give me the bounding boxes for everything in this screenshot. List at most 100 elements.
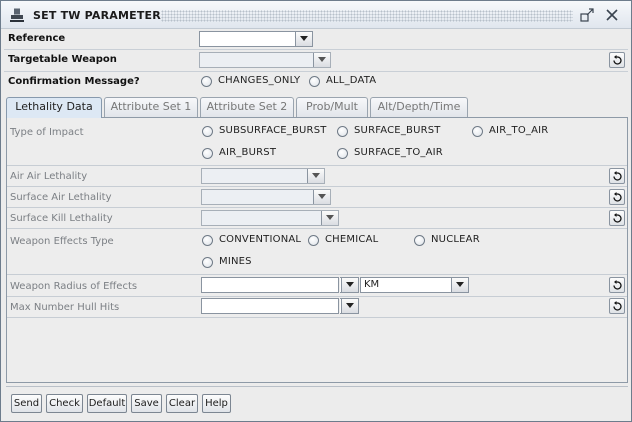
- air-air-lethality-label: Air Air Lethality: [10, 171, 88, 182]
- divider: [6, 386, 628, 387]
- radio-label: SUBSURFACE_BURST: [219, 125, 327, 136]
- weapon-effects-type-label: Weapon Effects Type: [10, 236, 114, 247]
- radio-surface-burst[interactable]: SURFACE_BURST: [337, 125, 447, 139]
- send-button[interactable]: Send: [11, 394, 42, 413]
- undo-icon: [613, 171, 622, 181]
- targetable-weapon-combo[interactable]: [199, 52, 331, 68]
- weapon-radius-dropdown[interactable]: [340, 277, 359, 293]
- tab-alt-depth-time[interactable]: Alt/Depth/Time: [370, 97, 468, 117]
- restore-window-icon[interactable]: [579, 7, 595, 23]
- divider: [7, 296, 627, 297]
- surface-kill-lethality-combo[interactable]: [201, 210, 339, 226]
- set-tw-parameter-window: SET TW PARAMETER Reference Targetable We…: [0, 0, 632, 422]
- radio-conventional[interactable]: CONVENTIONAL: [202, 234, 304, 248]
- radio-changes-only[interactable]: CHANGES_ONLY: [201, 75, 305, 89]
- divider: [4, 49, 628, 50]
- check-button[interactable]: Check: [46, 394, 83, 413]
- help-button[interactable]: Help: [202, 394, 231, 413]
- tab-attribute-set-2[interactable]: Attribute Set 2: [200, 97, 294, 117]
- title-bar[interactable]: SET TW PARAMETER: [1, 1, 631, 29]
- max-hull-hits-input[interactable]: [201, 298, 339, 314]
- radio-button[interactable]: [202, 235, 213, 246]
- radio-subsurface-burst[interactable]: SUBSURFACE_BURST: [202, 125, 332, 139]
- undo-icon: [613, 280, 622, 290]
- surface-air-lethality-reset-button[interactable]: [609, 189, 625, 205]
- air-air-lethality-combo[interactable]: [201, 168, 325, 184]
- radio-label: CONVENTIONAL: [219, 234, 302, 245]
- chevron-down-icon[interactable]: [341, 278, 358, 292]
- undo-icon: [613, 213, 622, 223]
- radio-button[interactable]: [202, 126, 213, 137]
- type-of-impact-label: Type of Impact: [10, 127, 84, 138]
- radio-label: AIR_BURST: [219, 147, 277, 158]
- radio-button[interactable]: [308, 235, 319, 246]
- radio-air-to-air[interactable]: AIR_TO_AIR: [472, 125, 562, 139]
- divider: [4, 71, 628, 72]
- undo-icon: [613, 301, 622, 311]
- surface-kill-lethality-label: Surface Kill Lethality: [10, 213, 113, 224]
- air-air-lethality-reset-button[interactable]: [609, 168, 625, 184]
- weapon-radius-label: Weapon Radius of Effects: [10, 281, 138, 292]
- radio-label: CHEMICAL: [325, 234, 379, 245]
- divider: [7, 228, 627, 229]
- chevron-down-icon[interactable]: [313, 53, 330, 67]
- chevron-down-icon[interactable]: [295, 32, 312, 46]
- divider: [7, 317, 627, 318]
- reference-label: Reference: [8, 33, 66, 44]
- radio-button[interactable]: [414, 235, 425, 246]
- chevron-down-icon[interactable]: [313, 190, 330, 204]
- radio-button[interactable]: [202, 148, 213, 159]
- reference-combo[interactable]: [199, 31, 313, 47]
- chevron-down-icon[interactable]: [307, 169, 324, 183]
- radio-button[interactable]: [309, 76, 320, 87]
- radio-button[interactable]: [202, 257, 213, 268]
- radius-unit-combo[interactable]: KM: [360, 277, 469, 293]
- title-bar-texture: [161, 10, 573, 22]
- radio-button[interactable]: [337, 148, 348, 159]
- radius-unit-value: KM: [364, 279, 380, 290]
- radio-label: AIR_TO_AIR: [489, 125, 549, 136]
- max-hull-hits-label: Max Number Hull Hits: [10, 302, 120, 313]
- tab-attribute-set-1[interactable]: Attribute Set 1: [104, 97, 198, 117]
- chevron-down-icon[interactable]: [341, 299, 358, 313]
- surface-kill-lethality-reset-button[interactable]: [609, 210, 625, 226]
- radio-button[interactable]: [337, 126, 348, 137]
- confirmation-message-label: Confirmation Message?: [8, 76, 140, 87]
- surface-air-lethality-label: Surface Air Lethality: [10, 192, 112, 203]
- divider: [7, 274, 627, 275]
- radio-button[interactable]: [201, 76, 212, 87]
- close-window-icon[interactable]: [604, 7, 620, 23]
- max-hull-hits-dropdown[interactable]: [340, 298, 359, 314]
- divider: [7, 207, 627, 208]
- clear-button[interactable]: Clear: [166, 394, 198, 413]
- targetable-weapon-reset-button[interactable]: [609, 52, 625, 68]
- window-title: SET TW PARAMETER: [33, 9, 161, 22]
- radio-label: CHANGES_ONLY: [218, 75, 301, 86]
- stamp-icon: [10, 8, 24, 22]
- targetable-weapon-label: Targetable Weapon: [8, 54, 117, 65]
- save-button[interactable]: Save: [131, 394, 162, 413]
- weapon-radius-reset-button[interactable]: [609, 277, 625, 293]
- chevron-down-icon[interactable]: [451, 278, 468, 292]
- surface-air-lethality-combo[interactable]: [201, 189, 331, 205]
- radio-label: SURFACE_BURST: [354, 125, 441, 136]
- tab-lethality-data[interactable]: Lethality Data: [6, 97, 102, 118]
- radio-label: MINES: [219, 256, 252, 267]
- tab-prob-mult[interactable]: Prob/Mult: [296, 97, 368, 117]
- chevron-down-icon[interactable]: [321, 211, 338, 225]
- max-hull-hits-reset-button[interactable]: [609, 298, 625, 314]
- undo-icon: [613, 192, 622, 202]
- radio-label: SURFACE_TO_AIR: [354, 147, 443, 158]
- divider: [7, 165, 627, 166]
- radio-label: ALL_DATA: [326, 75, 377, 86]
- tab-bar: Lethality Data Attribute Set 1 Attribute…: [6, 97, 628, 118]
- weapon-radius-input[interactable]: [201, 277, 339, 293]
- radio-nuclear[interactable]: NUCLEAR: [414, 234, 494, 248]
- radio-air-burst[interactable]: AIR_BURST: [202, 147, 292, 161]
- radio-chemical[interactable]: CHEMICAL: [308, 234, 388, 248]
- radio-button[interactable]: [472, 126, 483, 137]
- default-button[interactable]: Default: [87, 394, 127, 413]
- radio-all-data[interactable]: ALL_DATA: [309, 75, 389, 89]
- radio-surface-to-air[interactable]: SURFACE_TO_AIR: [337, 147, 452, 161]
- radio-mines[interactable]: MINES: [202, 256, 272, 270]
